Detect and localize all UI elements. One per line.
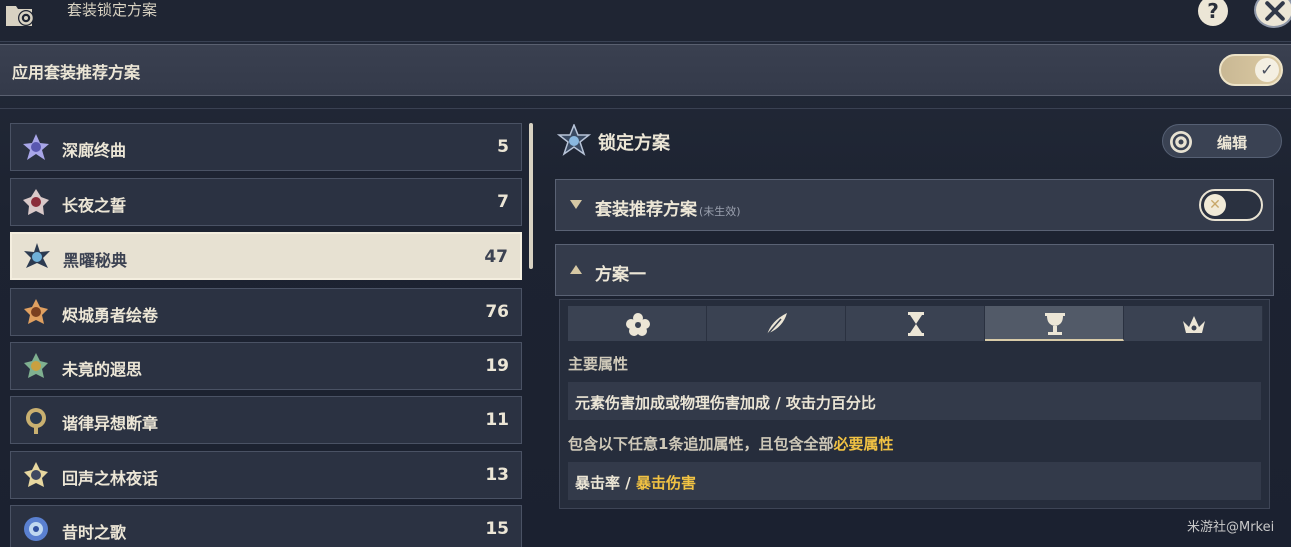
- set-count: 76: [485, 302, 509, 322]
- tab-circlet[interactable]: [1124, 306, 1263, 341]
- set-item[interactable]: 烬城勇者绘卷 76: [10, 288, 522, 336]
- set-icon-song-of-days-past: [24, 517, 48, 541]
- set-count: 11: [485, 410, 509, 430]
- set-name: 黑曜秘典: [63, 251, 128, 270]
- set-name: 烬城勇者绘卷: [62, 306, 159, 325]
- set-item[interactable]: 深廊终曲 5: [10, 123, 522, 171]
- set-count: 13: [485, 465, 509, 485]
- main-stat-label: 主要属性: [568, 355, 629, 373]
- hourglass-icon: [908, 312, 924, 336]
- recommend-plan-toggle[interactable]: ✕: [1199, 189, 1263, 221]
- flower-icon: [626, 313, 650, 336]
- crown-icon: [1183, 316, 1205, 333]
- set-name: 未竟的遐思: [62, 360, 143, 379]
- check-icon: ✓: [1255, 58, 1279, 82]
- set-count: 5: [497, 137, 509, 157]
- set-icon-night-oath: [23, 189, 49, 215]
- set-name: 谐律异想断章: [62, 414, 159, 433]
- sub-stat-value: 暴击率 / 暴击伤害: [575, 472, 696, 493]
- set-icon-scroll-hero: [24, 299, 48, 324]
- set-name: 回声之林夜话: [62, 469, 159, 488]
- edit-button[interactable]: 编辑: [1162, 124, 1282, 158]
- set-count: 7: [497, 192, 509, 212]
- set-name: 昔时之歌: [62, 523, 127, 542]
- set-item[interactable]: 回声之林夜话 13: [10, 451, 522, 499]
- feather-icon: [766, 313, 787, 336]
- list-scrollbar[interactable]: [529, 123, 533, 269]
- recommend-plan-label: 套装推荐方案: [595, 200, 697, 220]
- crit-dmg-text: 暴击伤害: [635, 474, 696, 492]
- help-button[interactable]: ?: [1198, 0, 1228, 26]
- set-item[interactable]: 长夜之誓 7: [10, 178, 522, 226]
- divider: [0, 108, 1291, 109]
- chevron-up-icon: [570, 265, 582, 274]
- sub-stat-prefix: 包含以下任意1条追加属性，且包含全部: [568, 435, 834, 453]
- goblet-icon: [1045, 313, 1065, 335]
- set-item[interactable]: 未竟的遐思 19: [10, 342, 522, 390]
- recommend-plan-title: 套装推荐方案 (未生效): [595, 195, 741, 220]
- apply-recommend-label: 应用套装推荐方案: [12, 63, 141, 82]
- main-stat-value: 元素伤害加成或物理伤害加成 / 攻击力百分比: [575, 394, 876, 412]
- chevron-down-icon: [570, 200, 582, 209]
- lock-plan-title: 锁定方案: [598, 133, 670, 154]
- sub-stat-label: 包含以下任意1条追加属性，且包含全部必要属性: [568, 433, 893, 454]
- set-icon-nighttime-whispers: [24, 462, 48, 487]
- artifact-set-list: 深廊终曲 5 长夜之誓 7 黑曜秘典 47 烬城勇者绘卷 76 未竟的遐思 19…: [10, 123, 522, 547]
- set-item[interactable]: 谐律异想断章 11: [10, 396, 522, 444]
- recommend-plan-status: (未生效): [699, 205, 741, 218]
- page-title: 套装锁定方案: [67, 1, 158, 19]
- gear-icon: [1170, 131, 1192, 153]
- set-count: 19: [485, 356, 509, 376]
- plan-one-row[interactable]: 方案一: [555, 244, 1274, 296]
- set-count: 15: [485, 519, 509, 539]
- apply-recommend-toggle[interactable]: ✓: [1219, 54, 1283, 86]
- set-name: 长夜之誓: [62, 196, 127, 215]
- sub-stat-box: 暴击率 / 暴击伤害: [568, 462, 1261, 500]
- lock-plan-icon: [557, 124, 591, 156]
- set-item-selected[interactable]: 黑曜秘典 47: [10, 232, 522, 280]
- close-button[interactable]: [1254, 0, 1291, 28]
- tab-flower[interactable]: [568, 306, 707, 341]
- tab-sands[interactable]: [846, 306, 985, 341]
- tab-goblet[interactable]: [985, 306, 1124, 341]
- plan-one-title: 方案一: [595, 265, 646, 285]
- artifact-slot-tabs: [568, 306, 1263, 341]
- artifact-lock-screen: 套装锁定方案 ? 应用套装推荐方案 ✓ 深廊终曲 5 长夜之誓 7 黑曜秘典 4…: [0, 0, 1291, 547]
- set-count: 47: [484, 247, 508, 267]
- set-icon-unfinished-reverie: [24, 353, 48, 378]
- settings-folder-icon: [6, 6, 34, 26]
- tab-plume[interactable]: [707, 306, 846, 341]
- top-bar: 套装锁定方案 ?: [0, 0, 1291, 42]
- plan-detail-panel: 主要属性 元素伤害加成或物理伤害加成 / 攻击力百分比 包含以下任意1条追加属性…: [559, 299, 1270, 509]
- set-name: 深廊终曲: [62, 141, 127, 160]
- main-stat-box: 元素伤害加成或物理伤害加成 / 攻击力百分比: [568, 382, 1261, 420]
- set-icon-deep-gallery: [23, 134, 49, 160]
- apply-recommend-row: 应用套装推荐方案 ✓: [0, 44, 1291, 96]
- required-stat-highlight: 必要属性: [833, 435, 894, 453]
- close-icon: ✕: [1204, 194, 1226, 216]
- set-item[interactable]: 昔时之歌 15: [10, 505, 522, 547]
- crit-rate-text: 暴击率 /: [575, 474, 636, 492]
- watermark: 米游社@Mrkei: [1187, 520, 1275, 535]
- set-icon-fragment-harmonic: [26, 408, 46, 434]
- recommend-plan-row[interactable]: 套装推荐方案 (未生效) ✕: [555, 179, 1274, 231]
- edit-label: 编辑: [1217, 134, 1248, 152]
- set-icon-obsidian-codex: [24, 243, 50, 268]
